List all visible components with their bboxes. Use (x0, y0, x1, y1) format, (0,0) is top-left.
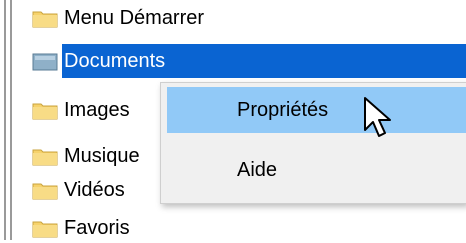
menu-item-label: Propriétés (237, 98, 329, 121)
context-menu: Propriétés Aide (160, 82, 466, 204)
tree-item-favoris[interactable]: Favoris (32, 214, 130, 242)
tree-item-musique[interactable]: Musique (32, 142, 140, 170)
folder-icon (32, 180, 58, 200)
tree-item-images[interactable]: Images (32, 96, 130, 124)
menu-item-proprietes[interactable]: Propriétés (167, 87, 466, 133)
folder-icon (32, 146, 58, 166)
tree-item-label: Documents (64, 49, 166, 72)
tree-item-documents[interactable]: Documents (32, 47, 165, 75)
tree-item-videos[interactable]: Vidéos (32, 176, 125, 204)
tree-item-label: Vidéos (64, 178, 125, 201)
menu-item-label: Aide (237, 158, 278, 181)
tree-item-label: Menu Démarrer (64, 6, 205, 29)
tree-item-label: Musique (64, 144, 140, 167)
library-folder-icon (32, 51, 58, 71)
tree-item-label: Favoris (64, 216, 130, 239)
mouse-pointer-icon (362, 96, 396, 140)
folder-icon (32, 8, 58, 28)
folder-icon (32, 218, 58, 238)
folder-icon (32, 100, 58, 120)
tree-item-label: Images (64, 98, 130, 121)
menu-item-aide[interactable]: Aide (167, 147, 466, 193)
tree-item-menu-demarrer[interactable]: Menu Démarrer (32, 4, 204, 32)
